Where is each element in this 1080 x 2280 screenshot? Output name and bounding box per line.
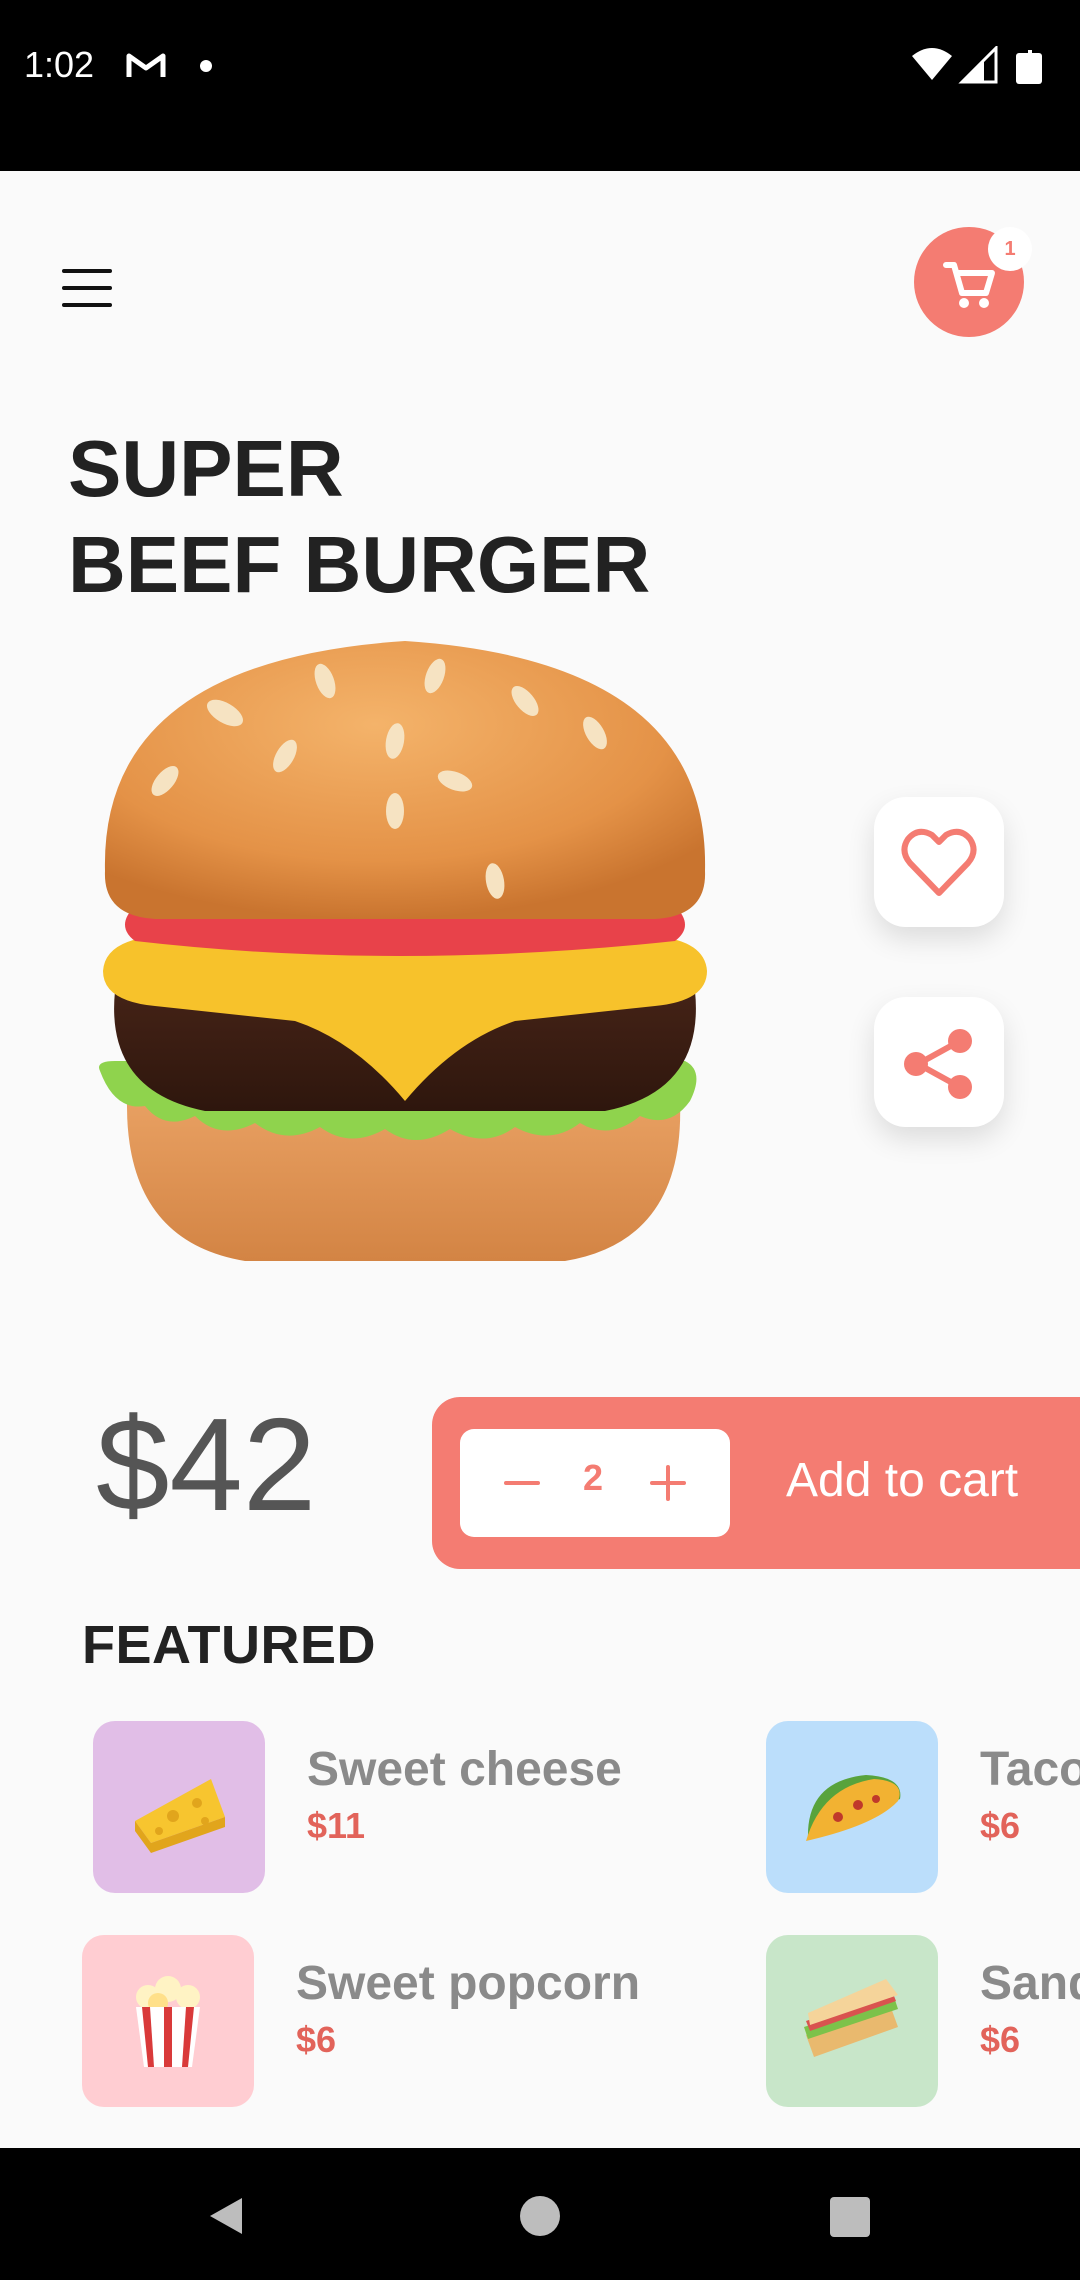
cheese-icon — [135, 1779, 225, 1853]
app-screen: 1 SUPER BEEF BURGER $42 2 Add to cart FE… — [0, 171, 1080, 2148]
product-title: SUPER BEEF BURGER — [68, 421, 650, 613]
menu-button[interactable] — [56, 261, 120, 317]
featured-item-name: Sweet cheese — [307, 1743, 622, 1796]
system-nav-bar — [0, 2148, 1080, 2280]
status-bar: 1:02 — [0, 0, 1080, 171]
cart-count-badge: 1 — [988, 227, 1032, 271]
status-icons — [912, 46, 1042, 84]
featured-item-image[interactable] — [766, 1721, 938, 1893]
featured-item-image[interactable] — [82, 1935, 254, 2107]
share-button[interactable] — [874, 997, 1004, 1127]
featured-item-image[interactable] — [93, 1721, 265, 1893]
featured-heading: FEATURED — [82, 1615, 376, 1675]
sandwich-icon — [804, 1979, 898, 2057]
heart-icon — [901, 828, 977, 896]
notification-dot-icon — [200, 60, 212, 72]
product-price: $42 — [96, 1391, 317, 1538]
featured-item-name: Sweet popcorn — [296, 1957, 641, 2010]
hamburger-menu-icon — [62, 269, 112, 273]
taco-icon — [806, 1775, 901, 1841]
favorite-button[interactable] — [874, 797, 1004, 927]
burger-icon — [99, 641, 707, 1261]
wifi-icon — [912, 48, 952, 80]
status-time: 1:02 — [24, 44, 95, 85]
minus-icon[interactable] — [500, 1461, 544, 1505]
recent-apps-icon[interactable] — [830, 2197, 870, 2237]
featured-item-price: $6 — [296, 2019, 337, 2060]
battery-icon — [1016, 50, 1042, 84]
featured-item-price: $11 — [307, 1805, 366, 1846]
plus-icon[interactable] — [646, 1461, 690, 1505]
quantity-value: 2 — [582, 1457, 604, 1498]
featured-item-price: $6 — [980, 1805, 1021, 1846]
product-title-line1: SUPER — [68, 424, 344, 513]
back-icon[interactable] — [206, 2196, 246, 2236]
gmail-icon — [126, 53, 166, 77]
home-icon[interactable] — [520, 2196, 560, 2236]
featured-item-name: Taco — [980, 1743, 1080, 1796]
add-to-cart-button[interactable]: Add to cart — [786, 1453, 1018, 1508]
share-icon — [904, 1029, 972, 1099]
featured-item-image[interactable] — [766, 1935, 938, 2107]
popcorn-icon — [136, 1976, 200, 2067]
featured-item-name: Sandwich — [980, 1957, 1080, 2010]
featured-item-price: $6 — [980, 2019, 1021, 2060]
signal-icon — [958, 46, 998, 84]
product-title-line2: BEEF BURGER — [68, 520, 651, 609]
